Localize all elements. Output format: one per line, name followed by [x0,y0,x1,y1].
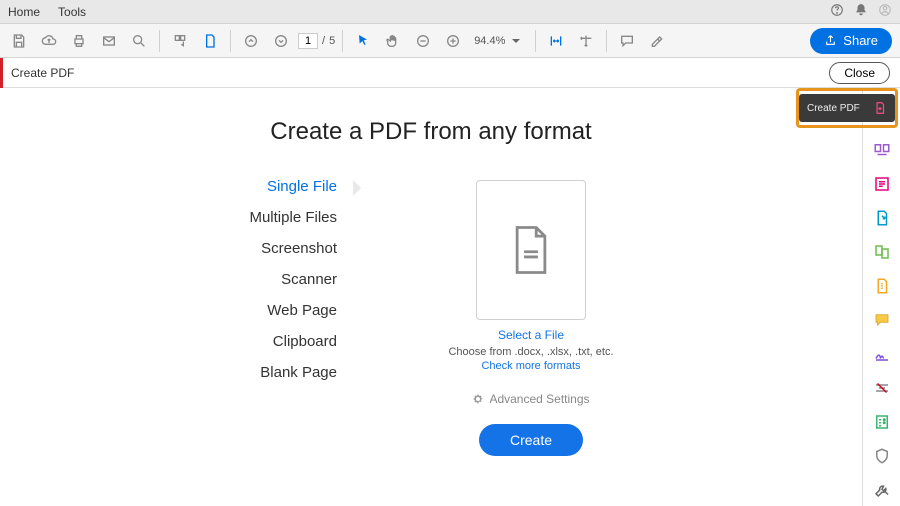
sign-icon[interactable] [872,344,892,364]
subheader: Create PDF Close [0,58,900,88]
chevron-down-icon [508,33,524,49]
menu-tools[interactable]: Tools [58,5,86,19]
sticky-note-icon[interactable] [872,310,892,330]
option-single-file[interactable]: Single File [161,178,361,195]
redact-icon[interactable] [872,378,892,398]
search-icon[interactable] [126,28,152,54]
document-icon [510,224,552,276]
share-icon [824,34,837,47]
mail-icon[interactable] [96,28,122,54]
export-pdf-icon[interactable] [872,208,892,228]
protect-icon[interactable] [872,446,892,466]
hand-icon[interactable] [380,28,406,54]
prepare-form-icon[interactable] [872,412,892,432]
share-button[interactable]: Share [810,28,892,54]
zoom-out-icon[interactable] [410,28,436,54]
cloud-upload-icon[interactable] [36,28,62,54]
separator [342,30,343,52]
close-button[interactable]: Close [829,62,890,84]
check-more-formats-link[interactable]: Check more formats [481,360,580,372]
pointer-icon[interactable] [350,28,376,54]
bell-icon[interactable] [854,3,868,20]
fit-width-icon[interactable] [543,28,569,54]
page-down-icon[interactable] [268,28,294,54]
right-tool-rail [862,88,900,506]
create-pdf-callout: Create PDF [796,88,898,128]
advanced-settings[interactable]: Advanced Settings [472,392,589,406]
highlight-icon[interactable] [644,28,670,54]
page-icon[interactable] [197,28,223,54]
account-icon[interactable] [878,3,892,20]
page-indicator: / 5 [298,33,335,49]
zoom-value: 94.4% [474,35,505,47]
option-web-page[interactable]: Web Page [161,302,361,319]
create-button[interactable]: Create [479,424,583,456]
option-multiple-files[interactable]: Multiple Files [161,209,361,226]
gear-icon [472,393,484,405]
file-hint: Choose from .docx, .xlsx, .txt, etc. [448,346,613,358]
create-pdf-icon [873,101,887,115]
center-panel: Select a File Choose from .docx, .xlsx, … [361,176,701,456]
file-dropzone[interactable] [476,180,586,320]
option-scanner[interactable]: Scanner [161,271,361,288]
thumbnail-icon[interactable] [167,28,193,54]
page-current-input[interactable] [298,33,318,49]
share-label: Share [843,33,878,48]
select-file-link[interactable]: Select a File [498,328,564,342]
main-panel: Create a PDF from any format Single File… [0,88,862,506]
menu-home[interactable]: Home [8,5,40,19]
fit-page-icon[interactable] [573,28,599,54]
separator [230,30,231,52]
option-clipboard[interactable]: Clipboard [161,333,361,350]
save-icon[interactable] [6,28,32,54]
menubar: Home Tools [0,0,900,24]
page-sep: / [322,35,325,47]
option-screenshot[interactable]: Screenshot [161,240,361,257]
more-tools-icon[interactable] [872,480,892,500]
separator [159,30,160,52]
page-total: 5 [329,35,335,47]
print-icon[interactable] [66,28,92,54]
callout-label: Create PDF [807,103,860,114]
toolbar: / 5 94.4% Share [0,24,900,58]
separator [535,30,536,52]
accent-bar [0,58,3,88]
separator [606,30,607,52]
comment-icon[interactable] [614,28,640,54]
advanced-label: Advanced Settings [489,392,589,406]
compress-icon[interactable] [872,276,892,296]
help-icon[interactable] [830,3,844,20]
organize-pages-icon[interactable] [872,140,892,160]
page-up-icon[interactable] [238,28,264,54]
zoom-in-icon[interactable] [440,28,466,54]
page-heading: Create a PDF from any format [0,118,862,146]
edit-pdf-icon[interactable] [872,174,892,194]
zoom-select[interactable]: 94.4% [470,31,528,51]
source-options-list: Single File Multiple Files Screenshot Sc… [161,176,361,456]
combine-icon[interactable] [872,242,892,262]
option-blank-page[interactable]: Blank Page [161,364,361,381]
subheader-title: Create PDF [11,66,74,80]
